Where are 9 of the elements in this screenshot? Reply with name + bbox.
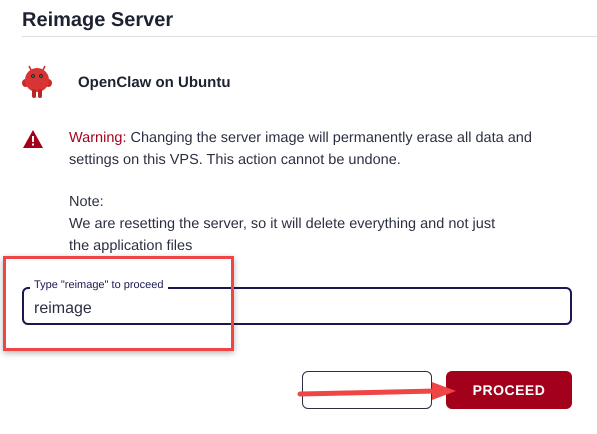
- proceed-button[interactable]: PROCEED: [446, 371, 572, 409]
- app-name: OpenClaw on Ubuntu: [78, 74, 230, 90]
- dialog-title: Reimage Server: [22, 8, 174, 33]
- field-label: Type "reimage" to proceed: [30, 278, 168, 292]
- warning-text: Warning: Changing the server image will permanently erase all data and settings on this VPS. This action cannot be undone.: [69, 129, 533, 170]
- robot-icon: [22, 65, 52, 99]
- field-value[interactable]: reimage: [34, 298, 560, 320]
- note-text: Note: We are resetting the server, so it will delete everything and not just the application files: [69, 193, 496, 256]
- warning-icon: [22, 129, 44, 149]
